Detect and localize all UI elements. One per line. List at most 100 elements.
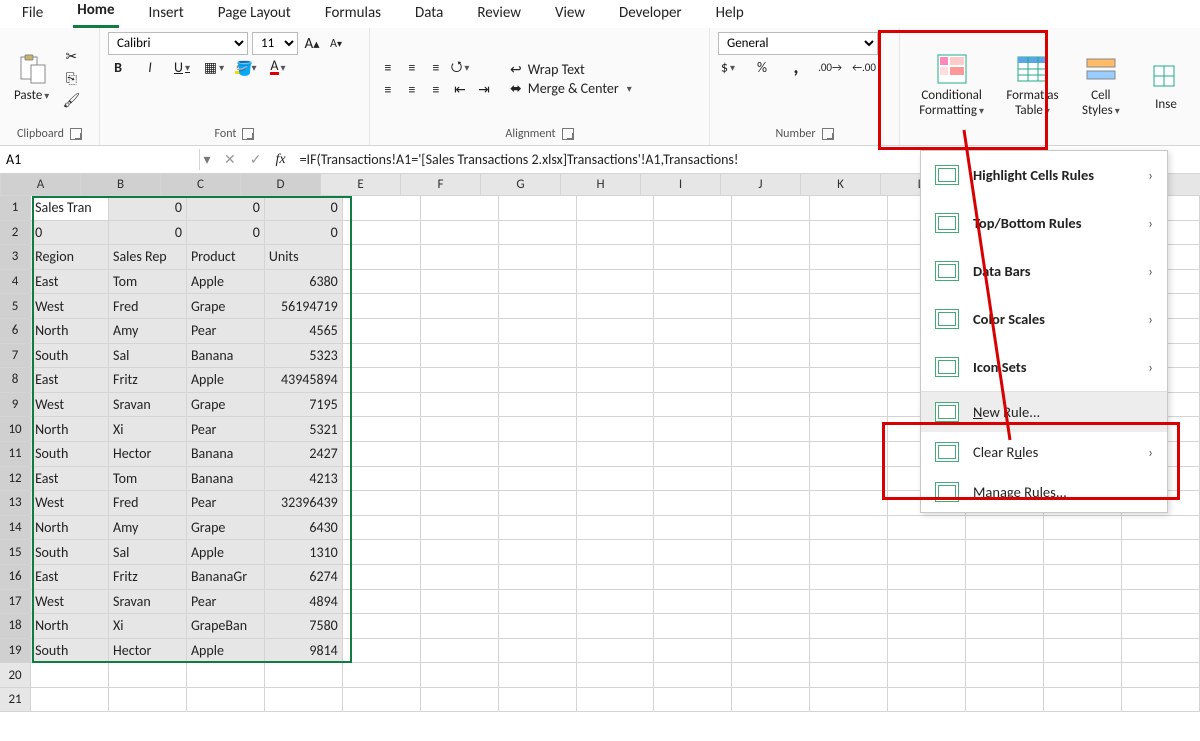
cell[interactable] xyxy=(654,221,732,246)
enter-formula-icon[interactable]: ✓ xyxy=(250,151,262,168)
cell[interactable] xyxy=(499,393,577,418)
tab-insert[interactable]: Insert xyxy=(145,2,188,28)
cell[interactable] xyxy=(1044,516,1122,541)
clipboard-dialog-launcher[interactable] xyxy=(70,128,82,140)
cell[interactable]: 0 xyxy=(265,196,343,221)
column-header[interactable]: I xyxy=(641,174,721,196)
cell[interactable] xyxy=(732,590,810,615)
cell[interactable] xyxy=(499,245,577,270)
cell[interactable]: Pear xyxy=(187,319,265,344)
copy-icon[interactable]: ⎘ xyxy=(61,69,81,89)
cell[interactable] xyxy=(499,221,577,246)
cell[interactable] xyxy=(421,417,499,442)
insert-cells-button[interactable]: Inse xyxy=(1144,60,1188,114)
cell[interactable]: 5321 xyxy=(265,417,343,442)
cell[interactable] xyxy=(577,467,655,492)
cell[interactable]: 43945894 xyxy=(265,368,343,393)
cell[interactable] xyxy=(577,491,655,516)
cell[interactable] xyxy=(732,221,810,246)
row-header[interactable]: 16 xyxy=(0,565,31,590)
cell[interactable] xyxy=(343,221,421,246)
cell-styles-button[interactable]: Cell Styles xyxy=(1070,51,1132,120)
border-button[interactable]: ▦ xyxy=(204,57,224,77)
cf-menu-icon-sets[interactable]: Icon Sets› xyxy=(921,343,1167,391)
cell[interactable] xyxy=(654,393,732,418)
cell[interactable]: 6274 xyxy=(265,565,343,590)
cell[interactable] xyxy=(1044,614,1122,639)
cell[interactable] xyxy=(654,614,732,639)
cell[interactable] xyxy=(654,344,732,369)
cell[interactable]: North xyxy=(31,417,109,442)
cell[interactable] xyxy=(1122,565,1200,590)
cell[interactable] xyxy=(577,294,655,319)
tab-home[interactable]: Home xyxy=(73,0,118,28)
cell[interactable]: Apple xyxy=(187,639,265,664)
cell[interactable] xyxy=(966,590,1044,615)
cell[interactable] xyxy=(654,196,732,221)
cell[interactable]: North xyxy=(31,614,109,639)
cell[interactable] xyxy=(1044,540,1122,565)
cell[interactable] xyxy=(888,663,966,688)
cell[interactable] xyxy=(888,540,966,565)
cell[interactable] xyxy=(187,688,265,713)
cell[interactable] xyxy=(577,442,655,467)
cf-menu-color-scales[interactable]: Color Scales› xyxy=(921,295,1167,343)
cell[interactable]: Sales Tran xyxy=(31,196,109,221)
cell[interactable] xyxy=(732,319,810,344)
cell[interactable] xyxy=(577,565,655,590)
cell[interactable] xyxy=(421,319,499,344)
cell[interactable] xyxy=(732,663,810,688)
cell[interactable] xyxy=(577,368,655,393)
bold-button[interactable]: B xyxy=(108,57,128,77)
cell[interactable] xyxy=(810,417,888,442)
cf-menu-top-bottom-rules[interactable]: Top/Bottom Rules› xyxy=(921,199,1167,247)
row-header[interactable]: 14 xyxy=(0,516,31,541)
cell[interactable]: Pear xyxy=(187,417,265,442)
column-header[interactable]: F xyxy=(401,174,481,196)
increase-decimal-icon[interactable]: .00→ xyxy=(820,57,840,77)
cell[interactable] xyxy=(654,516,732,541)
cell[interactable] xyxy=(810,688,888,713)
formula-input[interactable]: =IF(Transactions!A1='[Sales Transactions… xyxy=(300,151,739,168)
decrease-decimal-icon[interactable]: ←.00 xyxy=(854,57,874,77)
percent-format-icon[interactable]: % xyxy=(752,57,772,77)
cell[interactable] xyxy=(732,344,810,369)
cell[interactable] xyxy=(1122,516,1200,541)
cell[interactable] xyxy=(343,270,421,295)
cell[interactable]: East xyxy=(31,270,109,295)
cell[interactable] xyxy=(343,663,421,688)
cell[interactable] xyxy=(499,663,577,688)
cell[interactable]: West xyxy=(31,491,109,516)
align-middle-icon[interactable]: ≡ xyxy=(402,58,422,78)
cell[interactable] xyxy=(1044,688,1122,713)
cell[interactable] xyxy=(343,393,421,418)
cell[interactable] xyxy=(421,467,499,492)
cell[interactable] xyxy=(577,590,655,615)
cell[interactable] xyxy=(888,639,966,664)
cell[interactable] xyxy=(343,442,421,467)
cell[interactable]: East xyxy=(31,368,109,393)
tab-page-layout[interactable]: Page Layout xyxy=(214,2,295,28)
row-header[interactable]: 1 xyxy=(0,196,31,221)
number-format-select[interactable]: General xyxy=(718,32,878,55)
cell[interactable] xyxy=(966,639,1044,664)
row-header[interactable]: 3 xyxy=(0,245,31,270)
cf-menu-highlight-cells-rules[interactable]: Highlight Cells Rules› xyxy=(921,151,1167,199)
cell[interactable] xyxy=(343,639,421,664)
column-header[interactable]: D xyxy=(241,174,321,196)
cell[interactable] xyxy=(810,245,888,270)
cell[interactable] xyxy=(421,516,499,541)
cell[interactable] xyxy=(109,663,187,688)
cell[interactable] xyxy=(1122,540,1200,565)
cell[interactable]: Sravan xyxy=(109,590,187,615)
cell[interactable] xyxy=(888,565,966,590)
cell[interactable] xyxy=(810,319,888,344)
cell[interactable] xyxy=(343,614,421,639)
cell[interactable] xyxy=(888,614,966,639)
cell[interactable] xyxy=(421,442,499,467)
cell[interactable]: East xyxy=(31,565,109,590)
name-box[interactable] xyxy=(0,149,200,170)
cell[interactable] xyxy=(421,688,499,713)
cell[interactable]: 0 xyxy=(187,221,265,246)
cell[interactable] xyxy=(577,319,655,344)
